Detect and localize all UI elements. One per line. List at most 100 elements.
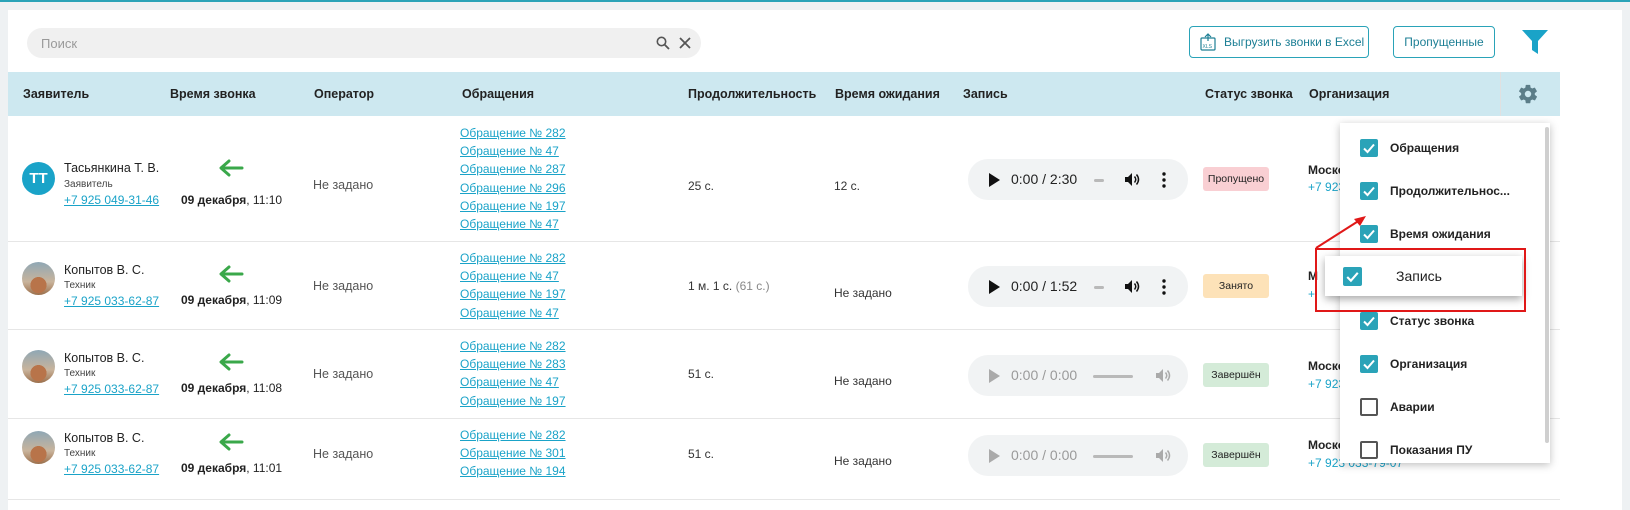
call-datetime: 09 декабря, 11:09: [181, 293, 282, 307]
col-organization[interactable]: Организация: [1309, 87, 1389, 101]
checkbox-checked-icon[interactable]: [1360, 312, 1378, 330]
col-call-status[interactable]: Статус звонка: [1205, 87, 1293, 101]
incoming-call-arrow-icon: [219, 433, 244, 451]
appeal-link[interactable]: Обращение № 197: [460, 285, 566, 303]
play-icon[interactable]: [988, 449, 1000, 463]
audio-progress-bar[interactable]: [1094, 179, 1104, 182]
operator-value: Не задано: [313, 367, 374, 381]
organization-phone[interactable]: +: [1308, 287, 1315, 301]
audio-time: 0:00 / 0:00: [1011, 447, 1078, 463]
volume-icon[interactable]: [1155, 447, 1172, 464]
table-row[interactable]: Копытов В. С. Техник +7 925 033-62-87 09…: [8, 330, 1560, 419]
menu-item-wait-time[interactable]: Время ожидания: [1360, 223, 1491, 245]
appeal-link[interactable]: Обращение № 287: [460, 160, 566, 178]
status-badge: Пропущено: [1203, 167, 1269, 191]
volume-icon[interactable]: [1155, 367, 1172, 384]
applicant-phone-link[interactable]: +7 925 033-62-87: [64, 294, 159, 308]
search-input[interactable]: [41, 28, 641, 58]
volume-icon[interactable]: [1124, 171, 1141, 188]
appeal-link[interactable]: Обращение № 282: [460, 249, 566, 267]
appeal-link[interactable]: Обращение № 282: [460, 426, 566, 444]
menu-item-meter-readings[interactable]: Показания ПУ: [1360, 439, 1472, 461]
appeal-link[interactable]: Обращение № 47: [460, 215, 566, 233]
volume-icon[interactable]: [1124, 278, 1141, 295]
col-record[interactable]: Запись: [963, 87, 1008, 101]
operator-value: Не задано: [313, 178, 374, 192]
appeal-link[interactable]: Обращение № 47: [460, 304, 566, 322]
duration-value: 1 м. 1 с. (61 с.): [688, 279, 770, 293]
call-datetime: 09 декабря, 11:10: [181, 193, 282, 207]
status-badge: Завершён: [1203, 363, 1269, 387]
call-datetime: 09 декабря, 11:01: [181, 461, 282, 475]
col-wait-time[interactable]: Время ожидания: [835, 87, 940, 101]
audio-time: 0:00 / 0:00: [1011, 367, 1078, 383]
col-call-time[interactable]: Время звонка: [170, 87, 256, 101]
more-options-icon[interactable]: [1162, 279, 1166, 295]
menu-item-organization[interactable]: Организация: [1360, 353, 1467, 375]
appeals-list: Обращение № 282 Обращение № 283 Обращени…: [460, 337, 566, 410]
applicant-role: Заявитель: [64, 179, 113, 190]
call-time: , 11:09: [246, 293, 283, 307]
checkbox-checked-icon[interactable]: [1360, 139, 1378, 157]
appeal-link[interactable]: Обращение № 282: [460, 337, 566, 355]
menu-scrollbar[interactable]: [1545, 127, 1549, 443]
menu-item-label: Время ожидания: [1390, 227, 1491, 241]
appeal-link[interactable]: Обращение № 283: [460, 355, 566, 373]
applicant-role: Техник: [64, 448, 96, 459]
audio-player[interactable]: 0:00 / 1:52: [968, 266, 1188, 307]
menu-item-call-status[interactable]: Статус звонка: [1360, 310, 1474, 332]
appeal-link[interactable]: Обращение № 282: [460, 124, 566, 142]
duration-value: 51 с.: [688, 367, 715, 381]
menu-item-label: Статус звонка: [1390, 314, 1475, 328]
audio-player[interactable]: 0:00 / 0:00: [968, 435, 1188, 476]
appeal-link[interactable]: Обращение № 197: [460, 392, 566, 410]
search-icon[interactable]: [656, 36, 670, 50]
menu-item-accidents[interactable]: Аварии: [1360, 396, 1435, 418]
appeal-link[interactable]: Обращение № 47: [460, 373, 566, 391]
col-appeals[interactable]: Обращения: [462, 87, 534, 101]
clear-icon[interactable]: [678, 36, 692, 50]
appeal-link[interactable]: Обращение № 47: [460, 142, 566, 160]
annotation-arrow-icon: [1315, 216, 1366, 249]
audio-player[interactable]: 0:00 / 2:30: [968, 159, 1188, 200]
appeal-link[interactable]: Обращение № 197: [460, 197, 566, 215]
gear-icon[interactable]: [1517, 83, 1539, 105]
menu-item-label: Обращения: [1390, 141, 1460, 155]
play-icon[interactable]: [988, 369, 1000, 383]
more-options-icon[interactable]: [1162, 172, 1166, 188]
col-duration[interactable]: Продолжительность: [688, 87, 816, 101]
appeal-link[interactable]: Обращение № 301: [460, 444, 566, 462]
checkbox-checked-icon[interactable]: [1360, 355, 1378, 373]
applicant-phone-link[interactable]: +7 925 033-62-87: [64, 382, 159, 396]
excel-file-icon: XLS: [1200, 33, 1216, 51]
menu-item-appeals[interactable]: Обращения: [1360, 137, 1459, 159]
call-date: 09 декабря: [181, 381, 247, 395]
audio-player[interactable]: 0:00 / 0:00: [968, 355, 1188, 396]
applicant-role: Техник: [64, 280, 96, 291]
appeal-link[interactable]: Обращение № 296: [460, 179, 566, 197]
checkbox-unchecked-icon[interactable]: [1360, 398, 1378, 416]
table-row[interactable]: Копытов В. С. Техник +7 925 033-62-87 09…: [8, 419, 1560, 500]
appeals-list: Обращение № 282 Обращение № 47 Обращение…: [460, 249, 566, 322]
play-icon[interactable]: [988, 280, 1000, 294]
applicant-phone-link[interactable]: +7 925 033-62-87: [64, 462, 159, 476]
audio-progress-bar[interactable]: [1093, 375, 1133, 378]
col-applicant[interactable]: Заявитель: [23, 87, 89, 101]
applicant-phone-link[interactable]: +7 925 049-31-46: [64, 193, 159, 207]
col-operator[interactable]: Оператор: [314, 87, 374, 101]
checkbox-checked-icon[interactable]: [1360, 182, 1378, 200]
appeal-link[interactable]: Обращение № 47: [460, 267, 566, 285]
export-excel-button[interactable]: XLS Выгрузить звонки в Excel: [1189, 26, 1369, 58]
avatar: [22, 262, 55, 295]
appeals-list: Обращение № 282 Обращение № 301 Обращени…: [460, 426, 566, 481]
play-icon[interactable]: [988, 173, 1000, 187]
svg-text:XLS: XLS: [1203, 44, 1213, 50]
menu-item-duration[interactable]: Продолжительнос...: [1360, 180, 1510, 202]
table-header: Заявитель Время звонка Оператор Обращени…: [8, 72, 1560, 116]
audio-progress-bar[interactable]: [1093, 455, 1133, 458]
checkbox-unchecked-icon[interactable]: [1360, 441, 1378, 459]
missed-calls-button[interactable]: Пропущенные: [1393, 26, 1495, 58]
audio-progress-bar[interactable]: [1094, 286, 1104, 289]
appeal-link[interactable]: Обращение № 194: [460, 462, 566, 480]
filter-icon[interactable]: [1521, 29, 1549, 55]
